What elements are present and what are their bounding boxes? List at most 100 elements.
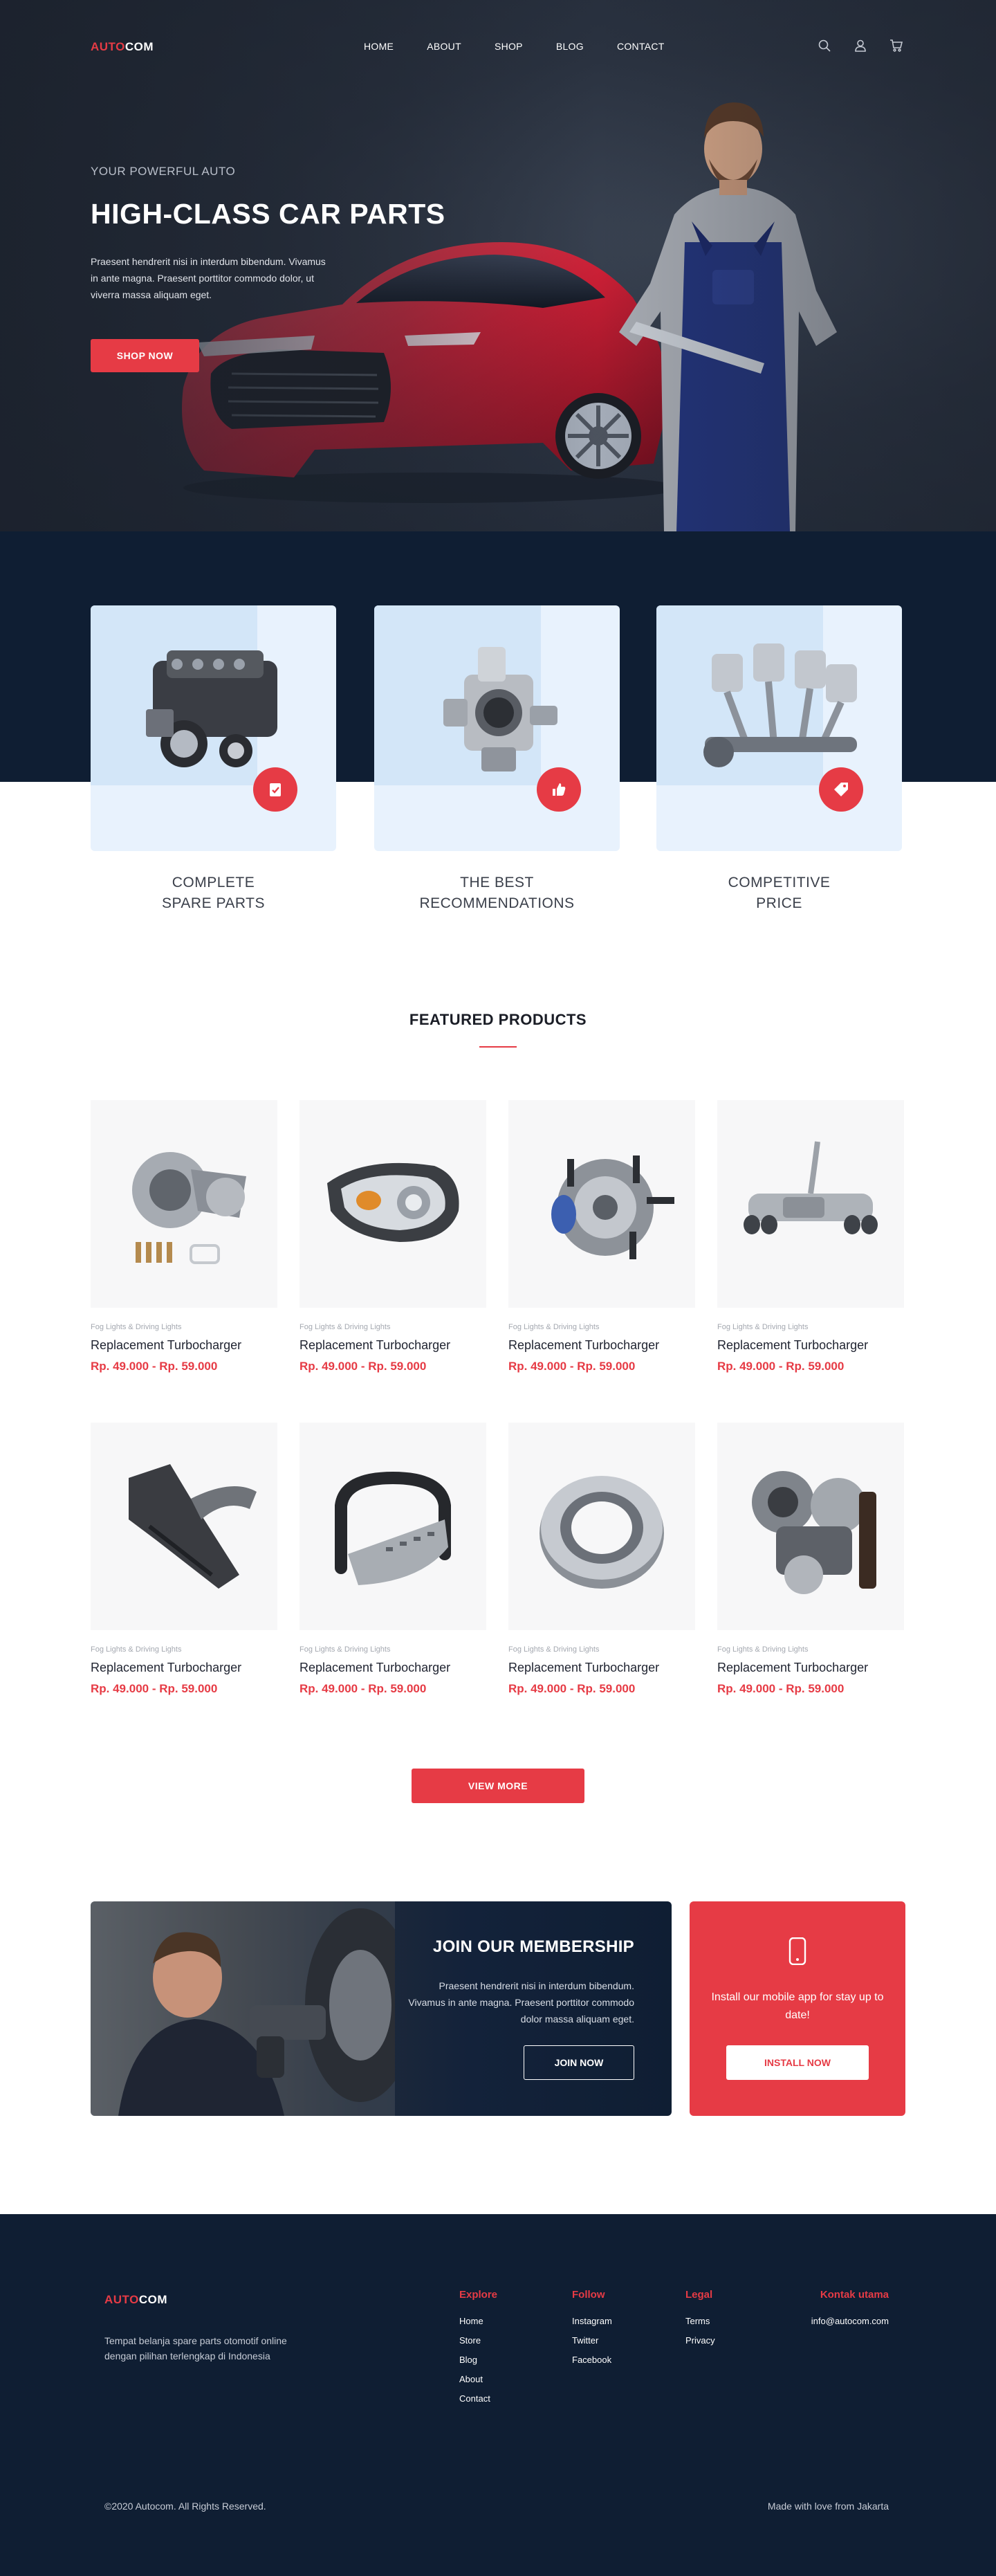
- phone-icon: [788, 1937, 806, 1965]
- footer-link-twitter[interactable]: Twitter: [572, 2335, 612, 2346]
- feature-card-competitive-price[interactable]: [656, 605, 902, 851]
- feature-label-recommendations: THE BEST RECOMMENDATIONS: [419, 875, 575, 911]
- shop-now-button[interactable]: SHOP NOW: [91, 339, 199, 372]
- footer-made-with: Made with love from Jakarta: [767, 2501, 889, 2512]
- headlight-image: [327, 1162, 459, 1242]
- join-now-button[interactable]: JOIN NOW: [524, 2045, 634, 2080]
- product-category: Fog Lights & Driving Lights: [299, 1645, 391, 1654]
- brand-logo[interactable]: AUTOCOM: [91, 40, 154, 54]
- footer-link-home[interactable]: Home: [459, 2316, 497, 2326]
- product-card[interactable]: Fog Lights & Driving Lights Replacement …: [717, 1423, 904, 1696]
- hero-description: Praesent hendrerit nisi in interdum bibe…: [91, 256, 326, 300]
- install-now-button[interactable]: INSTALL NOW: [726, 2045, 869, 2080]
- footer-contact-column: Kontak utama info@autocom.com: [811, 2289, 889, 2335]
- nav-item-home[interactable]: HOME: [364, 41, 394, 52]
- footer-contact-heading: Kontak utama: [820, 2289, 889, 2301]
- app-promo-card: Install our mobile app for stay up to da…: [690, 1901, 905, 2116]
- check-clipboard-icon: [253, 767, 297, 812]
- bull-bar-image: [335, 1471, 451, 1585]
- product-name[interactable]: Replacement Turbocharger: [717, 1338, 904, 1353]
- product-card[interactable]: Fog Lights & Driving Lights Replacement …: [91, 1100, 277, 1373]
- product-card[interactable]: Fog Lights & Driving Lights Replacement …: [508, 1100, 695, 1373]
- product-name[interactable]: Replacement Turbocharger: [91, 1338, 277, 1353]
- footer-logo[interactable]: AUTOCOM: [104, 2293, 167, 2307]
- product-category: Fog Lights & Driving Lights: [91, 1323, 182, 1331]
- search-icon[interactable]: [818, 39, 831, 53]
- footer-link-instagram[interactable]: Instagram: [572, 2316, 612, 2326]
- footer-explore-column: Explore Home Store Blog About Contact: [459, 2289, 497, 2413]
- product-price: Rp. 49.000 - Rp. 59.000: [717, 1682, 845, 1695]
- product-image[interactable]: [717, 1100, 904, 1308]
- product-image[interactable]: [299, 1100, 486, 1308]
- footer-legal-column: Legal Terms Privacy: [685, 2289, 715, 2355]
- footer-link-blog[interactable]: Blog: [459, 2355, 497, 2365]
- nav-item-blog[interactable]: BLOG: [556, 41, 584, 52]
- turbo-assembly-image: [752, 1471, 876, 1594]
- nav-item-shop[interactable]: SHOP: [495, 41, 523, 52]
- product-category: Fog Lights & Driving Lights: [299, 1323, 391, 1331]
- user-icon[interactable]: [854, 39, 867, 53]
- footer-link-privacy[interactable]: Privacy: [685, 2335, 715, 2346]
- footer-description: Tempat belanja spare parts otomotif onli…: [104, 2335, 287, 2362]
- product-price: Rp. 49.000 - Rp. 59.000: [91, 1682, 218, 1695]
- footer-contact-email[interactable]: info@autocom.com: [811, 2316, 889, 2326]
- cart-icon[interactable]: [889, 39, 903, 53]
- site-footer: AUTOCOM Tempat belanja spare parts otomo…: [0, 2214, 996, 2576]
- feature-label-competitive-price: COMPETITIVE PRICE: [728, 875, 831, 911]
- footer-link-store[interactable]: Store: [459, 2335, 497, 2346]
- footer-follow-column: Follow Instagram Twitter Facebook: [572, 2289, 612, 2374]
- product-image[interactable]: [508, 1423, 695, 1630]
- footer-link-contact[interactable]: Contact: [459, 2393, 497, 2404]
- product-price: Rp. 49.000 - Rp. 59.000: [299, 1360, 427, 1373]
- footer-follow-heading: Follow: [572, 2289, 605, 2301]
- top-navbar: AUTOCOM HOME ABOUT SHOP BLOG CONTACT: [0, 0, 996, 94]
- view-more-button[interactable]: VIEW MORE: [412, 1769, 584, 1803]
- air-intake-image: [129, 1464, 257, 1589]
- nav-item-about[interactable]: ABOUT: [427, 41, 461, 52]
- price-tag-icon: [819, 767, 863, 812]
- wheel-bearing-image: [540, 1476, 664, 1589]
- product-card[interactable]: Fog Lights & Driving Lights Replacement …: [299, 1100, 486, 1373]
- feature-card-recommendations[interactable]: [374, 605, 620, 851]
- hero-section: AUTOCOM HOME ABOUT SHOP BLOG CONTACT YOU…: [0, 0, 996, 531]
- product-image[interactable]: [299, 1423, 486, 1630]
- product-card[interactable]: Fog Lights & Driving Lights Replacement …: [717, 1100, 904, 1373]
- product-price: Rp. 49.000 - Rp. 59.000: [508, 1360, 636, 1373]
- product-name[interactable]: Replacement Turbocharger: [299, 1661, 486, 1675]
- product-category: Fog Lights & Driving Lights: [717, 1323, 809, 1331]
- product-price: Rp. 49.000 - Rp. 59.000: [299, 1682, 427, 1695]
- product-image[interactable]: [91, 1100, 277, 1308]
- product-name[interactable]: Replacement Turbocharger: [91, 1661, 277, 1675]
- app-promo-text: Install our mobile app for stay up to da…: [711, 1991, 884, 2021]
- feature-card-spare-parts[interactable]: [91, 605, 336, 851]
- footer-link-terms[interactable]: Terms: [685, 2316, 715, 2326]
- product-name[interactable]: Replacement Turbocharger: [508, 1661, 695, 1675]
- footer-link-facebook[interactable]: Facebook: [572, 2355, 612, 2365]
- footer-legal-heading: Legal: [685, 2289, 713, 2301]
- product-card[interactable]: Fog Lights & Driving Lights Replacement …: [91, 1423, 277, 1696]
- product-name[interactable]: Replacement Turbocharger: [299, 1338, 486, 1353]
- mechanic-photo: [91, 1901, 395, 2116]
- product-name[interactable]: Replacement Turbocharger: [508, 1338, 695, 1353]
- product-name[interactable]: Replacement Turbocharger: [717, 1661, 904, 1675]
- product-image[interactable]: [91, 1423, 277, 1630]
- thumbs-up-icon: [537, 767, 581, 812]
- membership-description: Praesent hendrerit nisi in interdum bibe…: [408, 1980, 634, 2025]
- product-category: Fog Lights & Driving Lights: [91, 1645, 182, 1654]
- nav-menu: HOME ABOUT SHOP BLOG CONTACT: [364, 41, 698, 52]
- product-card[interactable]: Fog Lights & Driving Lights Replacement …: [508, 1423, 695, 1696]
- product-price: Rp. 49.000 - Rp. 59.000: [508, 1682, 636, 1695]
- footer-explore-heading: Explore: [459, 2289, 498, 2301]
- membership-banner: JOIN OUR MEMBERSHIP Praesent hendrerit n…: [91, 1901, 672, 2116]
- title-underline: [479, 1046, 517, 1048]
- product-price: Rp. 49.000 - Rp. 59.000: [91, 1360, 218, 1373]
- feature-label-spare-parts: COMPLETE SPARE PARTS: [161, 875, 266, 911]
- footer-copyright: ©2020 Autocom. All Rights Reserved.: [104, 2501, 266, 2512]
- product-image[interactable]: [508, 1100, 695, 1308]
- nav-item-contact[interactable]: CONTACT: [617, 41, 665, 52]
- footer-link-about[interactable]: About: [459, 2374, 497, 2384]
- product-image[interactable]: [717, 1423, 904, 1630]
- product-category: Fog Lights & Driving Lights: [717, 1645, 809, 1654]
- turbocharger-image: [132, 1152, 246, 1264]
- product-card[interactable]: Fog Lights & Driving Lights Replacement …: [299, 1423, 486, 1696]
